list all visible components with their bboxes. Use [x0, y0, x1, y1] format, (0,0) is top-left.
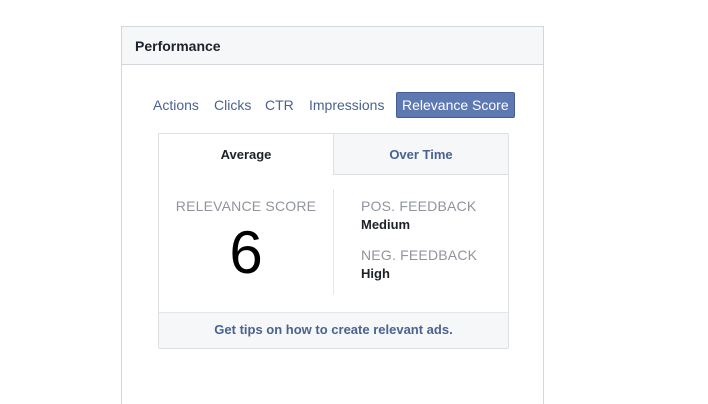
relevance-score-block: RELEVANCE SCORE 6 — [159, 175, 333, 295]
panel-title: Performance — [135, 37, 221, 54]
tab-actions[interactable]: Actions — [153, 93, 199, 117]
relevance-score-label: RELEVANCE SCORE — [175, 198, 317, 214]
view-tabs: Average Over Time — [159, 134, 508, 175]
relevant-ads-tips-link[interactable]: Get tips on how to create relevant ads. — [159, 312, 508, 348]
relevance-score-value: 6 — [229, 219, 263, 286]
metric-tabs: Actions Clicks CTR Impressions Relevance… — [122, 92, 543, 119]
tab-average[interactable]: Average — [159, 134, 334, 175]
performance-panel: Performance Actions Clicks CTR Impressio… — [121, 26, 544, 404]
negative-feedback-label: NEG. FEEDBACK — [361, 247, 478, 263]
negative-feedback-value: High — [361, 266, 390, 281]
positive-feedback-label: POS. FEEDBACK — [361, 198, 477, 214]
tab-over-time[interactable]: Over Time — [334, 134, 508, 175]
tab-relevance-score[interactable]: Relevance Score — [396, 92, 515, 118]
stats-divider — [333, 189, 334, 295]
panel-header: Performance — [122, 27, 543, 65]
tab-ctr[interactable]: CTR — [265, 93, 294, 117]
positive-feedback-value: Medium — [361, 217, 411, 232]
tab-impressions[interactable]: Impressions — [309, 93, 384, 117]
tab-clicks[interactable]: Clicks — [214, 93, 251, 117]
relevance-card: Average Over Time RELEVANCE SCORE 6 POS.… — [158, 133, 509, 349]
stats-area: RELEVANCE SCORE 6 POS. FEEDBACK Medium N… — [159, 175, 508, 313]
